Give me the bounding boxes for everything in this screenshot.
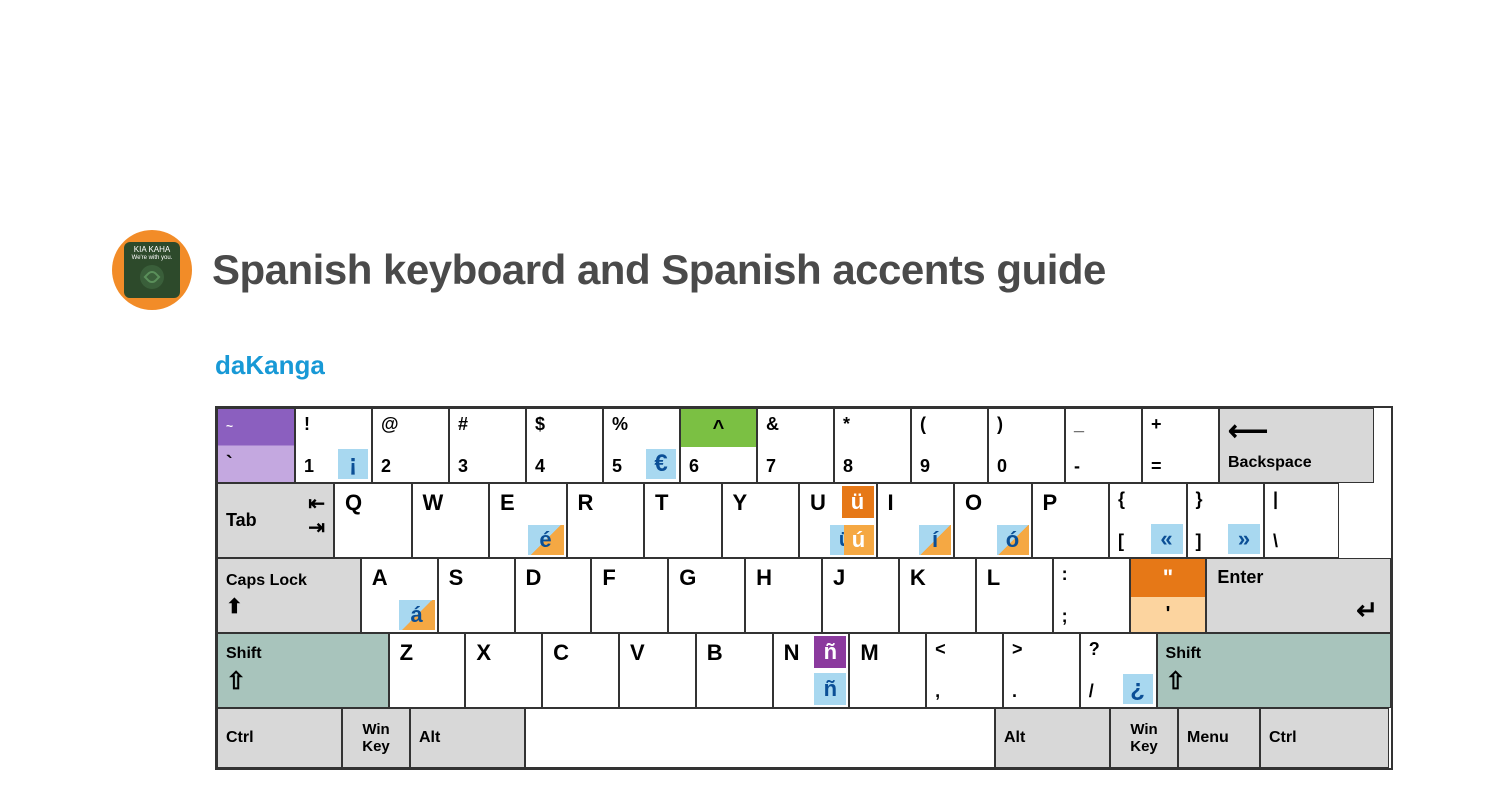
key-equals: += [1142, 408, 1219, 483]
capslock-arrow-icon: ⬆ [226, 594, 360, 619]
key-ctrl-left: Ctrl [217, 708, 342, 768]
key-leftbracket: { [ « [1109, 483, 1187, 558]
key-k: K [899, 558, 976, 633]
key-t: T [644, 483, 722, 558]
key-f: F [591, 558, 668, 633]
keyboard-diagram: ~ ` ! 1 ¡ @2 #3 $4 % 5 € ^ 6 &7 *8 (9 [215, 406, 1393, 770]
key-3: #3 [449, 408, 526, 483]
header: KIA KAHA We're with you. Spanish keyboar… [112, 230, 1392, 310]
shift-arrow-icon: ⇧ [1166, 667, 1390, 696]
key-alt-left: Alt [410, 708, 525, 768]
key-win-right: Win Key [1110, 708, 1178, 768]
key-x: X [465, 633, 542, 708]
key-y: Y [722, 483, 800, 558]
key-h: H [745, 558, 822, 633]
accent-n-tilde-upper: ñ [814, 636, 846, 668]
key-q: Q [334, 483, 412, 558]
avatar-text2: We're with you. [124, 255, 180, 262]
key-8: *8 [834, 408, 911, 483]
accent-e-acute: é [528, 525, 564, 555]
key-d: D [515, 558, 592, 633]
key-c: C [542, 633, 619, 708]
key-r: R [567, 483, 645, 558]
shift-arrow-icon: ⇧ [226, 667, 388, 696]
accent-inverted-exclaim: ¡ [338, 449, 368, 479]
key-1: ! 1 ¡ [295, 408, 372, 483]
page-title: Spanish keyboard and Spanish accents gui… [212, 246, 1106, 294]
accent-inverted-question: ¿ [1123, 674, 1153, 704]
key-5: % 5 € [603, 408, 680, 483]
key-e: E é [489, 483, 567, 558]
key-j: J [822, 558, 899, 633]
key-capslock: Caps Lock ⬆ [217, 558, 361, 633]
key-4: $4 [526, 408, 603, 483]
key-n: N ñ ñ [773, 633, 850, 708]
key-s: S [438, 558, 515, 633]
key-menu: Menu [1178, 708, 1260, 768]
accent-a-acute: á [399, 600, 435, 630]
key-g: G [668, 558, 745, 633]
key-i: I í [877, 483, 955, 558]
key-p: P [1032, 483, 1110, 558]
accent-u-diaeresis-upper: ü [842, 486, 874, 518]
key-o: O ó [954, 483, 1032, 558]
key-z: Z [389, 633, 466, 708]
accent-euro: € [646, 449, 676, 479]
key-comma: <, [926, 633, 1003, 708]
key-m: M [849, 633, 926, 708]
enter-arrow-icon: ↵ [1356, 595, 1378, 626]
key-space [525, 708, 995, 768]
key-u: U ü ü ú [799, 483, 877, 558]
key-semicolon: : ; [1053, 558, 1130, 633]
key-l: L [976, 558, 1053, 633]
key-9: (9 [911, 408, 988, 483]
key-backspace: ⟵ Backspace [1219, 408, 1374, 483]
key-b: B [696, 633, 773, 708]
key-period: >. [1003, 633, 1080, 708]
key-win-left: Win Key [342, 708, 410, 768]
key-w: W [412, 483, 490, 558]
key-quote: " ' [1130, 558, 1207, 633]
key-2: @2 [372, 408, 449, 483]
arrow-left-icon: ⟵ [1228, 417, 1268, 445]
key-minus: _- [1065, 408, 1142, 483]
key-tab: Tab ⇤⇥ [217, 483, 334, 558]
caret-highlight: ^ [681, 409, 756, 447]
key-0: )0 [988, 408, 1065, 483]
key-slash: ? / ¿ [1080, 633, 1157, 708]
accent-laquo: « [1151, 524, 1183, 554]
accent-n-tilde: ñ [814, 673, 846, 705]
tab-arrows-icon: ⇤⇥ [308, 492, 325, 540]
avatar: KIA KAHA We're with you. [112, 230, 192, 310]
key-shift-left: Shift ⇧ [217, 633, 389, 708]
key-v: V [619, 633, 696, 708]
accent-o-acute: ó [997, 525, 1029, 555]
accent-raquo: » [1228, 524, 1260, 554]
key-ctrl-right: Ctrl [1260, 708, 1389, 768]
key-rightbracket: } ] » [1187, 483, 1265, 558]
key-backslash: | \ [1264, 483, 1339, 558]
key-6: ^ 6 [680, 408, 757, 483]
accent-u-acute: ú [844, 525, 874, 555]
key-enter: Enter ↵ [1206, 558, 1391, 633]
accent-i-acute: í [919, 525, 951, 555]
key-backtick: ~ ` [217, 408, 295, 483]
author-link[interactable]: daKanga [215, 350, 1392, 381]
avatar-text1: KIA KAHA [124, 246, 180, 255]
key-shift-right: Shift ⇧ [1157, 633, 1391, 708]
key-7: &7 [757, 408, 834, 483]
key-alt-right: Alt [995, 708, 1110, 768]
key-a: A á [361, 558, 438, 633]
